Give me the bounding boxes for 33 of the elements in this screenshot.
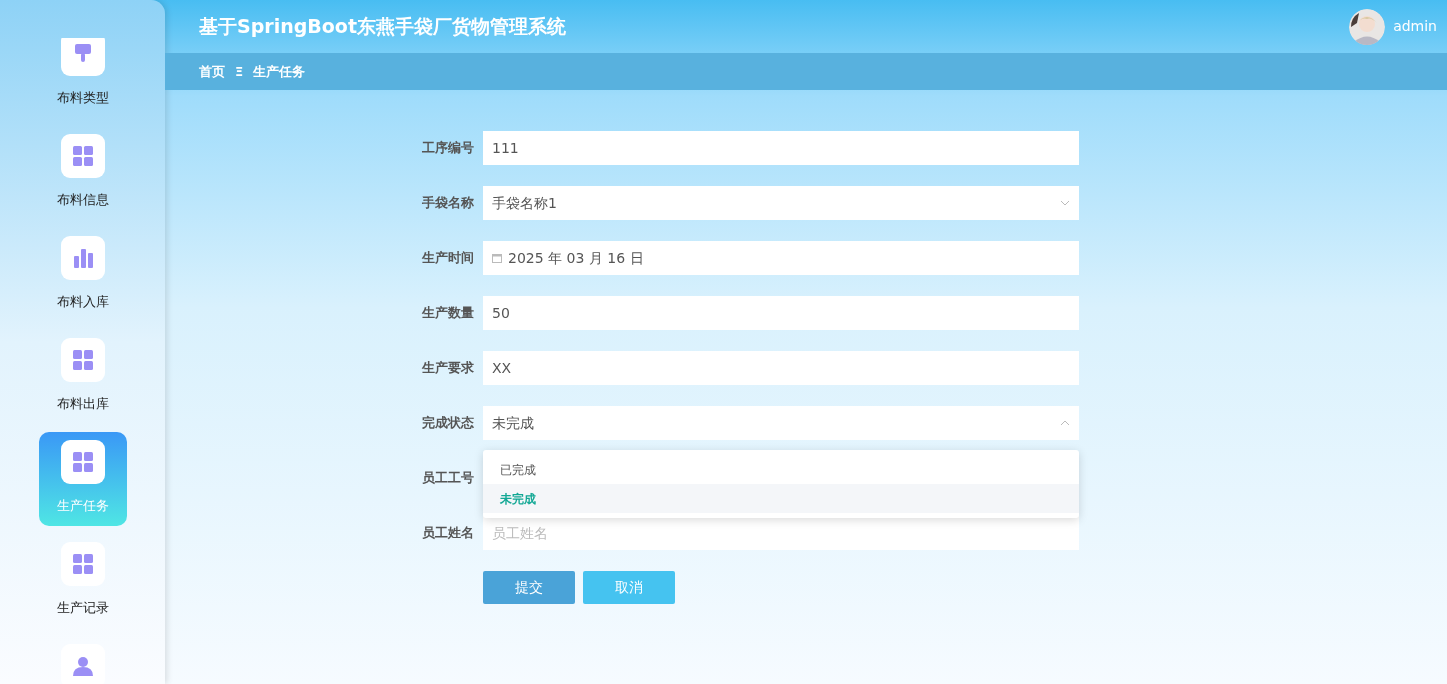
field-label: 生产要求 — [421, 359, 474, 378]
select-field[interactable]: 手袋名称1 — [483, 186, 1079, 220]
bar-chart-icon — [72, 248, 93, 268]
sidebar-item[interactable]: 布料入库 — [56, 292, 109, 312]
field-label: 员工姓名 — [421, 524, 474, 543]
field-label: 生产数量 — [421, 304, 474, 323]
sidebar-item[interactable]: 布料出库 — [56, 394, 109, 414]
field-label: 生产时间 — [421, 249, 474, 268]
input-field[interactable]: 员工姓名 — [483, 516, 1079, 550]
calendar-icon — [492, 253, 502, 263]
input-field[interactable]: 111 — [483, 131, 1079, 165]
brush-icon — [72, 44, 93, 64]
grid-icon — [72, 350, 93, 370]
breadcrumb-separator: Ξ — [235, 62, 244, 81]
field-label: 手袋名称 — [421, 194, 474, 213]
page-title: 基于SpringBoot东燕手袋厂货物管理系统 — [199, 14, 566, 40]
input-field[interactable]: 50 — [483, 296, 1079, 330]
dropdown-option[interactable]: 已完成 — [483, 455, 1079, 484]
select-field[interactable]: 未完成 — [483, 406, 1079, 440]
grid-icon — [72, 554, 93, 574]
date-field[interactable]: 2025 年 03 月 16 日 — [483, 241, 1079, 275]
user-avatar[interactable] — [1349, 8, 1386, 45]
input-field[interactable]: XX — [483, 351, 1079, 385]
sidebar-item[interactable]: 布料类型 — [56, 88, 109, 108]
sidebar-item[interactable]: 布料信息 — [56, 190, 109, 210]
field-label: 工序编号 — [421, 139, 474, 158]
grid-icon — [72, 146, 93, 166]
sidebar-item[interactable]: 生产记录 — [56, 598, 109, 618]
field-label: 员工工号 — [421, 469, 474, 488]
grid-icon — [72, 452, 93, 472]
breadcrumb-current: 生产任务 — [253, 62, 306, 81]
field-label: 完成状态 — [421, 414, 474, 433]
person-icon — [72, 656, 93, 676]
